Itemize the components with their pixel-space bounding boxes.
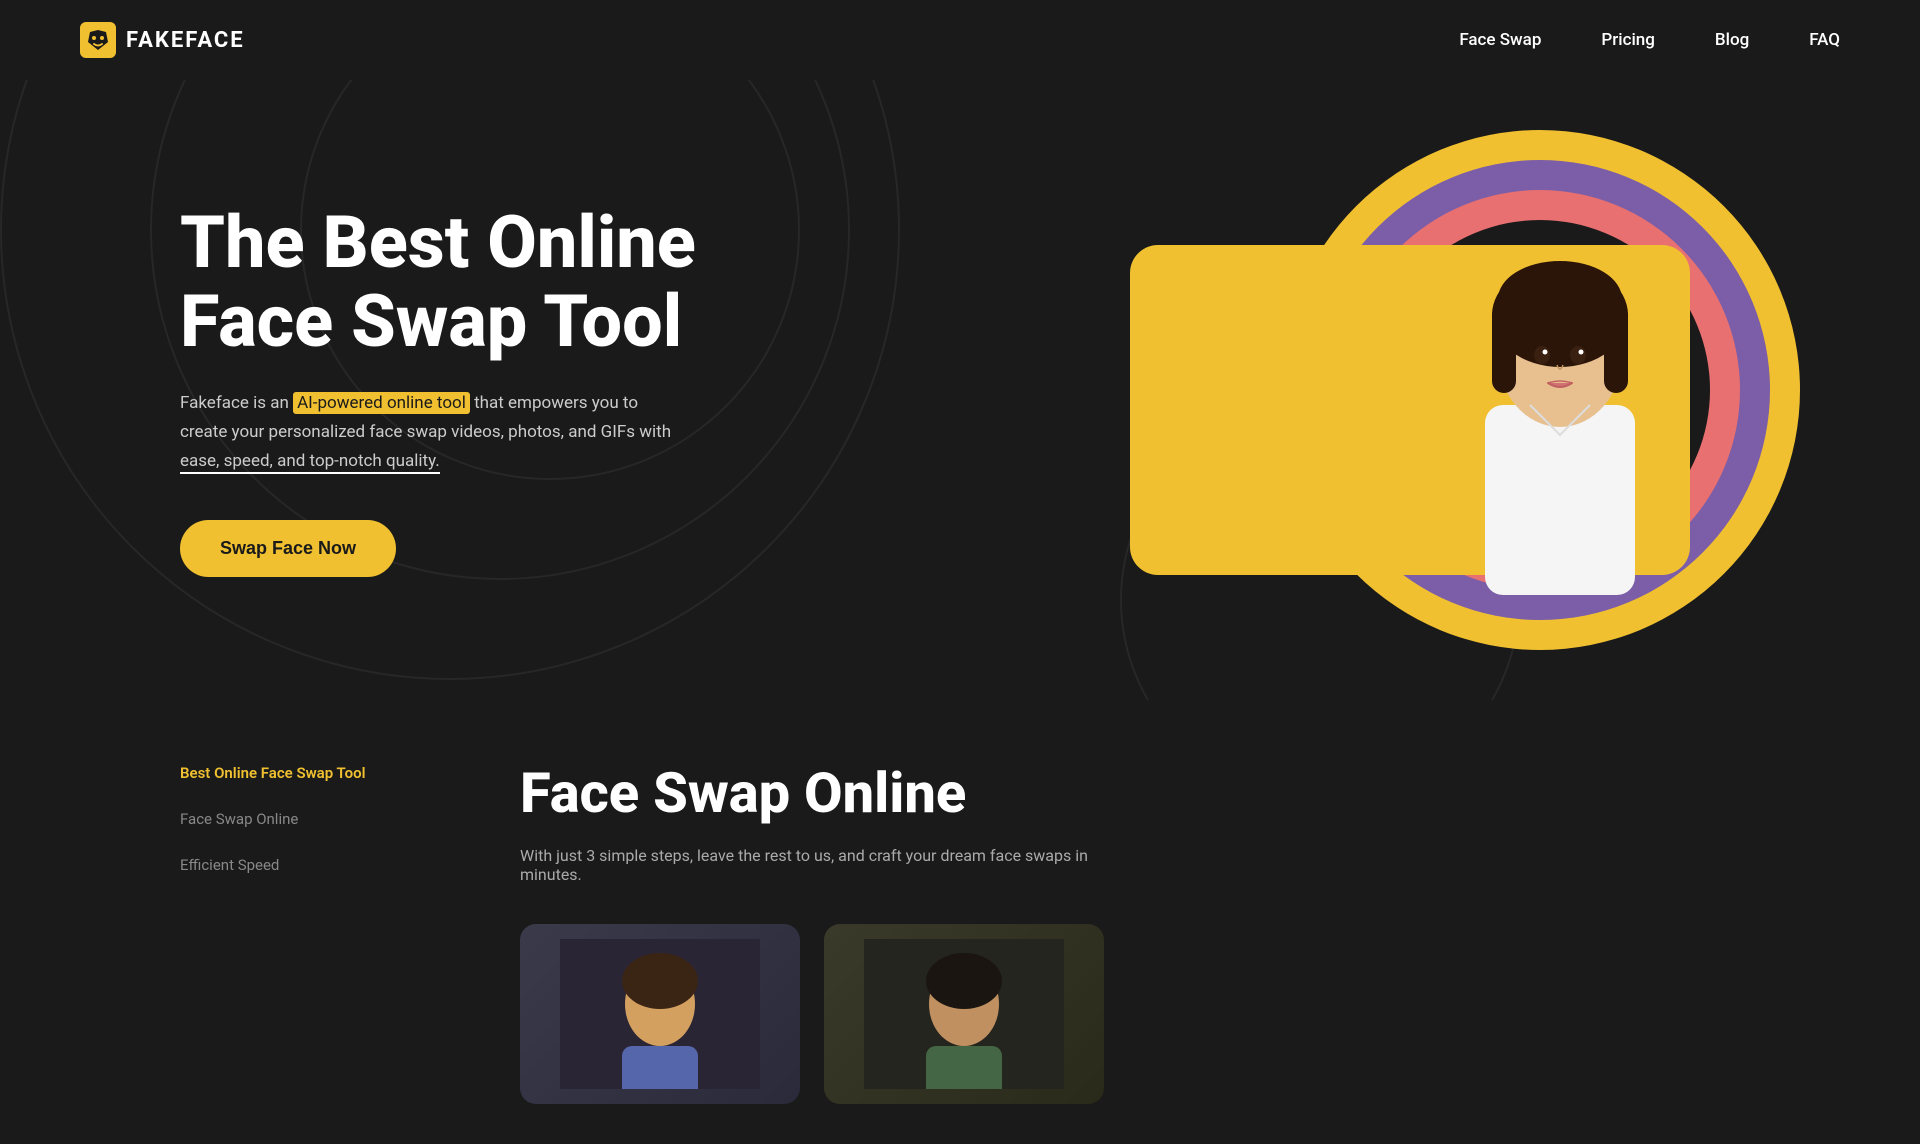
sidebar-nav: Best Online Face Swap Tool Face Swap Onl…	[180, 760, 440, 878]
card-placeholder-2	[824, 924, 1104, 1104]
lower-layout: Best Online Face Swap Tool Face Swap Onl…	[180, 760, 1740, 1104]
navbar: FAKEFACE Face Swap Pricing Blog FAQ	[0, 0, 1920, 80]
desc-prefix: Fakeface is an	[180, 393, 293, 413]
person-svg	[1430, 195, 1690, 595]
face-card	[1130, 245, 1690, 575]
card-svg-2	[864, 939, 1064, 1089]
logo[interactable]: FAKEFACE	[80, 22, 245, 58]
sidebar-item-efficient-speed[interactable]: Efficient Speed	[180, 852, 440, 878]
desc-highlight: AI-powered online tool	[293, 392, 470, 414]
brand-name: FAKEFACE	[126, 28, 245, 53]
hero-section: The Best Online Face Swap Tool Fakeface …	[0, 80, 1920, 700]
logo-icon	[80, 22, 116, 58]
cards-row	[520, 924, 1740, 1104]
card-placeholder-1	[520, 924, 800, 1104]
sidebar-item-best-tool[interactable]: Best Online Face Swap Tool	[180, 760, 440, 786]
sidebar-item-face-swap-online[interactable]: Face Swap Online	[180, 806, 440, 832]
card-svg-1	[560, 939, 760, 1089]
lower-section: Best Online Face Swap Tool Face Swap Onl…	[0, 700, 1920, 1144]
face-image-container	[1430, 195, 1710, 575]
nav-links: Face Swap Pricing Blog FAQ	[1459, 30, 1840, 50]
lower-content: Face Swap Online With just 3 simple step…	[520, 760, 1740, 1104]
nav-blog[interactable]: Blog	[1715, 30, 1749, 50]
desc-highlight2: ease, speed, and top-notch quality.	[180, 451, 440, 474]
hero-right	[1120, 130, 1740, 650]
hero-description: Fakeface is an AI-powered online tool th…	[180, 389, 680, 476]
hero-title: The Best Online Face Swap Tool	[180, 203, 860, 361]
nav-face-swap[interactable]: Face Swap	[1459, 30, 1541, 50]
nav-faq[interactable]: FAQ	[1809, 30, 1840, 50]
feature-card-1	[520, 924, 800, 1104]
section-description: With just 3 simple steps, leave the rest…	[520, 846, 1120, 884]
cta-button[interactable]: Swap Face Now	[180, 520, 396, 577]
nav-pricing[interactable]: Pricing	[1601, 30, 1655, 50]
feature-card-2	[824, 924, 1104, 1104]
hero-left: The Best Online Face Swap Tool Fakeface …	[180, 203, 860, 577]
section-title: Face Swap Online	[520, 760, 1740, 826]
